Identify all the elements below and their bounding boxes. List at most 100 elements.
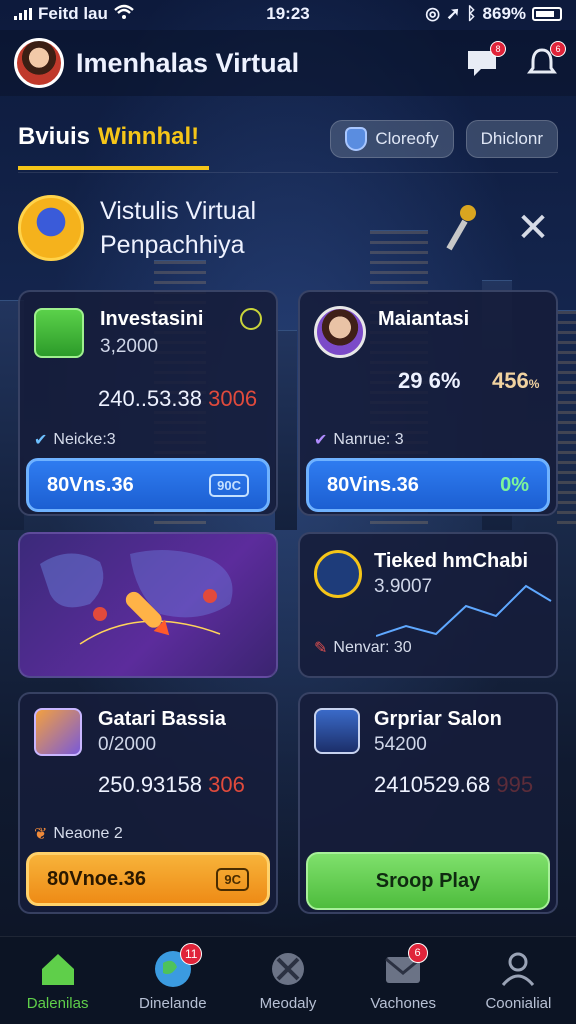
app-header: Imenhalas Virtual 8 6 — [0, 30, 576, 96]
card-title: Grpriar Salon — [374, 708, 502, 730]
card-title: Investasini — [100, 308, 204, 330]
invest-button[interactable]: 80Vns.36 90C — [26, 458, 270, 512]
stat-secondary-value: 456 — [492, 368, 529, 393]
world-map-illustration — [40, 550, 233, 645]
card-value-main: 250.93158 — [98, 772, 202, 797]
card-subtitle: 3,2000 — [100, 336, 159, 357]
status-bar: Feitd lau 19:23 ◎ ➚ ᛒ 869% — [0, 0, 576, 28]
card-ticket[interactable]: Tieked hmChabi 3.9007 ✎ Nenvar: 30 — [298, 532, 558, 678]
nav-item-explore[interactable]: 11 Dinelande — [115, 937, 230, 1024]
mascot-icon — [18, 195, 84, 261]
close-icon[interactable]: ✕ — [508, 205, 558, 251]
stat-secondary-unit: % — [528, 377, 540, 391]
battery-icon — [532, 7, 563, 21]
card-value-red: 3006 — [208, 386, 258, 411]
card-investasi[interactable]: Investasini 3,2000 240..53.38 3006 ✔ Nei… — [18, 290, 278, 516]
card-value-main: 2410529.68 — [374, 772, 491, 797]
battery-percent: 869% — [482, 4, 527, 23]
portrait-icon — [314, 708, 360, 754]
tab-category[interactable]: Cloreofy — [330, 120, 454, 158]
button-label: Sroop Play — [375, 869, 481, 892]
gift-icon — [34, 708, 82, 756]
button-chip: 9C — [216, 867, 249, 891]
card-value-main: 240..53.38 — [98, 386, 202, 411]
leaf-icon: ❦ — [34, 826, 48, 843]
card-gatari[interactable]: Gatari Bassia 0/2000 250.93158 306 ❦ Nea… — [18, 692, 278, 914]
ticket-icon — [314, 550, 362, 598]
tabs-divider — [18, 172, 558, 173]
nav-label: Dalenilas — [26, 995, 89, 1012]
card-subtitle: 54200 — [374, 734, 427, 755]
card-tag: ✔ Nanrue: 3 — [314, 430, 404, 450]
user-icon — [502, 952, 535, 986]
shield-icon — [345, 127, 368, 151]
microphone-icon — [446, 205, 478, 251]
tab-direction-label: Dhiclonr — [480, 129, 543, 148]
stat-secondary: 456% — [492, 368, 539, 394]
wallet-icon — [34, 308, 84, 358]
card-subtitle: 0/2000 — [98, 734, 157, 755]
nav-label: Coonialial — [485, 995, 552, 1012]
wifi-icon — [114, 4, 134, 25]
card-tag-label: Nanrue: 3 — [333, 431, 404, 448]
notifications-badge: 6 — [550, 41, 566, 57]
button-label: 80Vns.36 — [47, 473, 134, 496]
play-button[interactable]: Sroop Play — [306, 852, 550, 910]
check-icon: ✔ — [314, 432, 328, 449]
search-icon — [272, 953, 304, 985]
nav-badge: 6 — [407, 943, 428, 963]
alarm-icon: ◎ — [425, 4, 441, 23]
card-value: 250.93158 306 — [98, 772, 245, 798]
button-percent: 0% — [500, 473, 529, 496]
card-tag-label: Neaone 2 — [53, 825, 123, 842]
home-icon — [41, 954, 74, 985]
card-tag-label: Nenvar: 30 — [333, 639, 412, 656]
trend-line-graphic — [376, 584, 552, 637]
nav-label: Dinelande — [139, 995, 207, 1012]
card-tag-label: Neicke:3 — [53, 431, 116, 448]
button-label: 80Vnoe.36 — [47, 867, 146, 890]
nav-badge: 11 — [180, 943, 203, 965]
card-world-map[interactable] — [18, 532, 278, 678]
card-title: Gatari Bassia — [98, 708, 226, 730]
maiantasi-button[interactable]: 80Vins.36 0% — [306, 458, 550, 512]
card-salon[interactable]: Grpriar Salon 54200 2410529.68 995 Sroop… — [298, 692, 558, 914]
tab-brand[interactable]: Bviuis Winnhal! — [18, 108, 210, 170]
promo-banner[interactable]: Vistulis Virtual Penpachhiya ✕ — [18, 188, 558, 268]
promo-line-1: Vistulis Virtual — [100, 197, 257, 225]
stat-primary: 29 6% — [398, 368, 461, 393]
card-tag: ❦ Neaone 2 — [34, 824, 123, 844]
notifications-button[interactable]: 6 — [522, 41, 566, 83]
app-title: Imenhalas Virtual — [76, 47, 300, 78]
pen-icon: ✎ — [314, 640, 328, 657]
messages-button[interactable]: 8 — [462, 41, 506, 83]
carrier-label: Feitd lau — [38, 4, 108, 23]
card-tag: ✎ Nenvar: 30 — [314, 638, 412, 658]
promo-text: Vistulis Virtual Penpachhiya — [100, 194, 448, 262]
nav-label: Meodaly — [259, 995, 317, 1012]
nav-item-messages[interactable]: 6 Vachones — [346, 937, 461, 1024]
bluetooth-icon: ᛒ — [466, 4, 477, 23]
tabs-row: Bviuis Winnhal! Cloreofy Dhiclonr — [18, 108, 558, 170]
button-chip: 90C — [209, 473, 249, 497]
location-icon: ➚ — [446, 4, 461, 23]
nav-item-home[interactable]: Dalenilas — [0, 937, 115, 1024]
bottom-nav: Dalenilas 11 Dinelande Meodaly 6 Vachone… — [0, 936, 576, 1024]
card-title: Tieked hmChabi — [374, 550, 529, 572]
tab-category-label: Cloreofy — [375, 129, 439, 148]
brand-word-2: Winnhal! — [98, 123, 200, 150]
card-maiantasi[interactable]: Maiantasi 29 6% 456% ✔ Nanrue: 3 80Vins.… — [298, 290, 558, 516]
nav-item-profile[interactable]: Coonialial — [461, 937, 576, 1024]
check-icon: ✔ — [34, 432, 48, 449]
nav-item-media[interactable]: Meodaly — [230, 937, 345, 1024]
brand-word-1: Bviuis — [18, 123, 91, 150]
clock-icon — [240, 308, 262, 330]
profile-avatar[interactable] — [14, 38, 64, 88]
signal-icon — [14, 8, 32, 20]
card-value-red: 306 — [208, 772, 245, 797]
button-label: 80Vins.36 — [327, 473, 419, 496]
card-tag: ✔ Neicke:3 — [34, 430, 116, 450]
tab-direction[interactable]: Dhiclonr — [465, 120, 558, 158]
messages-badge: 8 — [490, 41, 506, 57]
gatari-button[interactable]: 80Vnoe.36 9C — [26, 852, 270, 906]
